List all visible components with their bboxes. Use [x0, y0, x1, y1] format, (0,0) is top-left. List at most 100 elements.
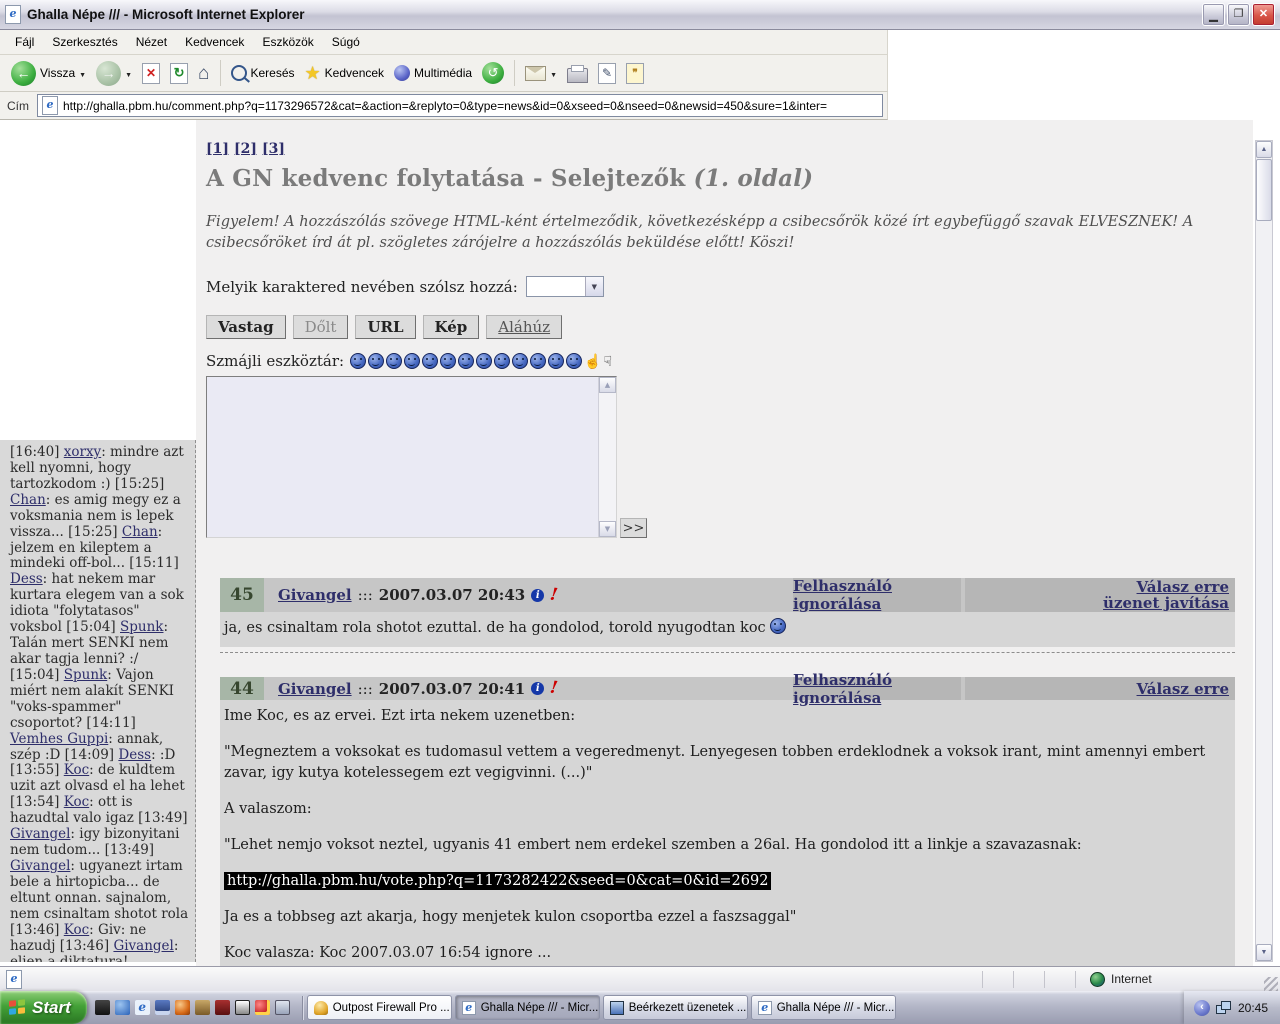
task-button[interactable]: Beérkezett üzenetek ... — [603, 995, 748, 1020]
forward-dropdown-icon[interactable] — [125, 66, 132, 80]
format-button[interactable]: Aláhúz — [486, 315, 562, 339]
post-author-link[interactable]: Givangel — [278, 680, 352, 698]
submit-button[interactable]: >> — [620, 518, 647, 538]
post-author-link[interactable]: Givangel — [278, 586, 352, 604]
quicklaunch-icon[interactable] — [115, 1000, 130, 1015]
task-button[interactable]: Ghalla Népe /// - Micr... — [455, 995, 600, 1020]
start-button[interactable]: Start — [0, 991, 87, 1024]
stop-button[interactable]: ✕ — [137, 61, 165, 86]
forward-button[interactable]: → — [91, 59, 137, 88]
tray-chevron-icon[interactable] — [1194, 1000, 1210, 1016]
smiley-icon[interactable] — [548, 353, 564, 369]
reply-link[interactable]: Válasz erre — [1137, 681, 1229, 697]
format-button[interactable]: Dőlt — [293, 315, 349, 339]
menu-item[interactable]: Nézet — [127, 31, 176, 53]
chat-user-link[interactable]: Vemhes Guppi — [10, 731, 108, 747]
chat-user-link[interactable]: Givangel — [10, 826, 70, 842]
quicklaunch-icon[interactable] — [275, 1000, 290, 1015]
smiley-icon[interactable] — [422, 353, 438, 369]
scroll-up-icon[interactable]: ▲ — [599, 377, 616, 393]
minimize-button[interactable]: ▁ — [1202, 3, 1225, 26]
chat-user-link[interactable]: Dess — [118, 747, 151, 763]
address-input[interactable]: http://ghalla.pbm.hu/comment.php?q=11732… — [37, 94, 883, 117]
exclamation-icon[interactable] — [549, 680, 559, 698]
reply-link[interactable]: Válasz erre — [1137, 579, 1229, 595]
smiley-icon[interactable] — [512, 353, 528, 369]
message-textarea[interactable]: ▲ ▼ — [206, 376, 617, 538]
ignore-user-link[interactable]: Felhasználó ignorálása — [793, 671, 961, 707]
history-button[interactable]: ↺ — [477, 60, 509, 86]
smiley-icon[interactable] — [566, 353, 582, 369]
mail-dropdown-icon[interactable] — [550, 66, 557, 80]
mail-button[interactable] — [520, 64, 562, 83]
page-link[interactable]: [3] — [262, 141, 285, 157]
page-link[interactable]: [2] — [234, 141, 257, 157]
smiley-icon[interactable] — [604, 352, 613, 370]
format-button[interactable]: URL — [355, 315, 415, 339]
edit-button[interactable]: ✎ — [593, 61, 621, 86]
textarea-scrollbar[interactable]: ▲ ▼ — [598, 377, 616, 537]
scroll-down-icon[interactable]: ▼ — [599, 521, 616, 537]
home-button[interactable]: ⌂ — [193, 62, 214, 85]
maximize-button[interactable]: ❐ — [1227, 3, 1250, 26]
scroll-up-icon[interactable]: ▲ — [1256, 141, 1272, 158]
back-dropdown-icon[interactable] — [79, 66, 86, 80]
resize-grip[interactable] — [1264, 977, 1278, 991]
chat-user-link[interactable]: Koc — [64, 762, 89, 778]
scroll-down-icon[interactable]: ▼ — [1256, 944, 1272, 961]
info-icon[interactable] — [531, 682, 544, 695]
menu-item[interactable]: Kedvencek — [176, 31, 253, 53]
quicklaunch-icon[interactable] — [195, 1000, 210, 1015]
smiley-icon[interactable] — [386, 353, 402, 369]
format-button[interactable]: Vastag — [206, 315, 286, 339]
smiley-icon[interactable] — [476, 353, 492, 369]
edit-message-link[interactable]: üzenet javítása — [1103, 595, 1229, 611]
refresh-button[interactable]: ↻ — [165, 61, 193, 86]
menu-item[interactable]: Fájl — [6, 31, 43, 53]
exclamation-icon[interactable] — [549, 586, 559, 604]
smiley-icon[interactable] — [494, 353, 510, 369]
favorites-button[interactable]: ★ Kedvencek — [300, 62, 390, 84]
discuss-button[interactable]: ❞ — [621, 61, 649, 86]
chat-user-link[interactable]: Chan — [122, 524, 158, 540]
smiley-icon[interactable] — [584, 352, 601, 370]
smiley-icon[interactable] — [368, 353, 384, 369]
character-select[interactable] — [526, 276, 604, 297]
quicklaunch-icon[interactable] — [135, 1000, 150, 1015]
quicklaunch-icon[interactable] — [255, 1000, 270, 1015]
chat-user-link[interactable]: Koc — [64, 794, 89, 810]
chat-user-link[interactable]: Spunk — [64, 667, 107, 683]
ignore-user-link[interactable]: Felhasználó ignorálása — [793, 577, 961, 613]
print-button[interactable] — [562, 62, 593, 85]
menu-item[interactable]: Eszközök — [253, 31, 322, 53]
quicklaunch-icon[interactable] — [155, 1000, 170, 1015]
format-button[interactable]: Kép — [423, 315, 480, 339]
close-button[interactable]: ✕ — [1252, 3, 1275, 26]
page-scrollbar[interactable]: ▲ ▼ — [1255, 140, 1273, 962]
smiley-icon[interactable] — [458, 353, 474, 369]
scrollbar-thumb[interactable] — [1256, 159, 1272, 221]
task-button[interactable]: Outpost Firewall Pro ... — [307, 995, 452, 1020]
network-icon[interactable] — [1216, 1001, 1232, 1014]
chat-user-link[interactable]: Givangel — [10, 858, 70, 874]
chat-user-link[interactable]: Spunk — [120, 619, 163, 635]
media-button[interactable]: Multimédia — [389, 63, 477, 83]
page-link[interactable]: [1] — [206, 141, 229, 157]
chat-user-link[interactable]: xorxy — [64, 444, 101, 460]
quicklaunch-icon[interactable] — [175, 1000, 190, 1015]
taskbar-clock[interactable]: 20:45 — [1238, 1001, 1268, 1015]
task-button[interactable]: Ghalla Népe /// - Micr... — [751, 995, 896, 1020]
search-button[interactable]: Keresés — [226, 63, 300, 83]
back-button[interactable]: ← Vissza — [6, 59, 91, 88]
quicklaunch-icon[interactable] — [235, 1000, 250, 1015]
menu-item[interactable]: Szerkesztés — [43, 31, 126, 53]
info-icon[interactable] — [531, 589, 544, 602]
smiley-icon[interactable] — [404, 353, 420, 369]
chat-user-link[interactable]: Koc — [64, 922, 89, 938]
chat-user-link[interactable]: Givangel — [113, 938, 173, 954]
chat-user-link[interactable]: Chan — [10, 492, 46, 508]
smiley-icon[interactable] — [440, 353, 456, 369]
quicklaunch-icon[interactable] — [95, 1000, 110, 1015]
chevron-down-icon[interactable] — [585, 277, 603, 296]
smiley-icon[interactable] — [350, 353, 366, 369]
